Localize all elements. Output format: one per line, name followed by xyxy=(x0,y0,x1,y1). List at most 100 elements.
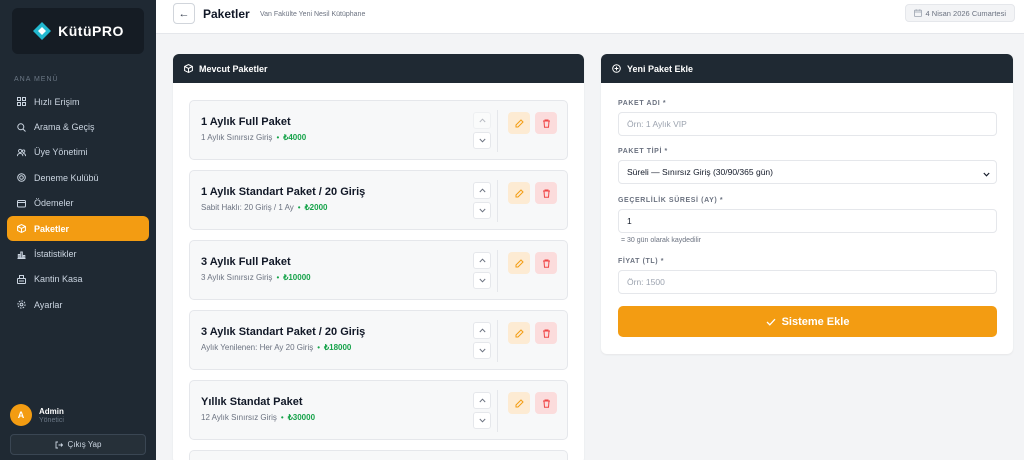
sidebar-item-kantin-kasa[interactable]: Kantin Kasa xyxy=(7,267,149,292)
sidebar-item-label: Paketler xyxy=(34,223,70,234)
price-label: FİYAT (TL) * xyxy=(618,258,665,265)
pencil-icon xyxy=(515,188,524,197)
package-row: 3 Aylık Full Paket 3 Aylık Sınırsız Giri… xyxy=(189,240,568,300)
sidebar-item-label: Ayarlar xyxy=(34,299,63,310)
package-type-value: Süreli — Sınırsız Giriş (30/90/365 gün) xyxy=(627,167,773,177)
bar-chart-icon xyxy=(17,250,26,259)
package-desc: Aylık Yenilenen: Her Ay 20 Giriş xyxy=(201,343,314,352)
sidebar-item-ayarlar[interactable]: Ayarlar xyxy=(7,292,149,317)
user-name: Admin xyxy=(39,406,64,416)
date-badge: 4 Nisan 2026 Cumartesi xyxy=(904,4,1015,22)
trash-icon xyxy=(542,329,550,338)
page-title: Paketler xyxy=(203,7,250,21)
sidebar-item-arama[interactable]: Arama & Geçiş xyxy=(7,114,149,139)
divider xyxy=(497,250,498,292)
new-package-card-title: Yeni Paket Ekle xyxy=(627,63,694,74)
price-input[interactable]: Örn: 1500 xyxy=(618,270,997,294)
sidebar-item-label: Üye Yönetimi xyxy=(34,147,88,158)
move-up-button[interactable] xyxy=(473,182,491,199)
user-profile: A Admin Yönetici xyxy=(10,404,64,426)
edit-button[interactable] xyxy=(508,322,530,344)
move-down-button[interactable] xyxy=(473,202,491,219)
sidebar-item-label: Ödemeler xyxy=(34,198,74,209)
sidebar-item-label: Deneme Kulübü xyxy=(34,172,99,183)
move-up-button[interactable] xyxy=(473,322,491,339)
sidebar-item-label: İstatistikler xyxy=(34,249,77,260)
separator-dot: • xyxy=(276,273,280,282)
delete-button[interactable] xyxy=(535,392,557,414)
chevron-up-icon xyxy=(478,398,486,403)
package-price: ₺10000 xyxy=(283,273,311,282)
trash-icon xyxy=(542,259,550,268)
package-row: 1 Aylık Full Paket 1 Aylık Sınırsız Giri… xyxy=(189,100,568,160)
move-up-button[interactable] xyxy=(473,112,491,129)
package-name-input[interactable]: Örn: 1 Aylık VIP xyxy=(618,112,997,136)
users-icon xyxy=(17,148,26,157)
gear-icon xyxy=(17,300,26,309)
package-name: Yıllık Standat Paket xyxy=(201,396,303,408)
validity-hint: = 30 gün olarak kaydedilir xyxy=(621,237,701,244)
separator-dot: • xyxy=(317,343,321,352)
edit-button[interactable] xyxy=(508,182,530,204)
delete-button[interactable] xyxy=(535,182,557,204)
packages-card: Mevcut Paketler 1 Aylık Full Paket 1 Ayl… xyxy=(173,54,584,460)
package-meta: 12 Aylık Sınırsız Giriş • ₺30000 xyxy=(201,413,315,422)
chevron-up-icon xyxy=(478,188,486,193)
logout-button[interactable]: Çıkış Yap xyxy=(10,434,146,455)
package-row: Yıllık Standat Paket 12 Aylık Sınırsız G… xyxy=(189,380,568,440)
arrow-left-icon: ← xyxy=(178,7,190,20)
delete-button[interactable] xyxy=(535,252,557,274)
edit-button[interactable] xyxy=(508,392,530,414)
trash-icon xyxy=(542,189,550,198)
move-down-button[interactable] xyxy=(473,272,491,289)
delete-button[interactable] xyxy=(535,112,557,134)
move-down-button[interactable] xyxy=(473,342,491,359)
target-icon xyxy=(17,173,26,183)
package-desc: 1 Aylık Sınırsız Giriş xyxy=(201,133,273,142)
sidebar-item-odemeler[interactable]: Ödemeler xyxy=(7,191,149,216)
package-name: 1 Aylık Standart Paket / 20 Giriş xyxy=(201,186,366,198)
packages-card-title: Mevcut Paketler xyxy=(199,63,268,74)
sidebar-item-deneme-kulubu[interactable]: Deneme Kulübü xyxy=(7,165,149,190)
top-bar: ← Paketler Van Fakülte Yeni Nesil Kütüph… xyxy=(156,0,1024,34)
separator-dot: • xyxy=(297,203,301,212)
package-price: ₺30000 xyxy=(287,413,316,422)
package-name: 3 Aylık Standart Paket / 20 Giriş xyxy=(201,326,366,338)
edit-button[interactable] xyxy=(508,252,530,274)
calendar-icon xyxy=(913,9,922,17)
package-meta: 1 Aylık Sınırsız Giriş • ₺4000 xyxy=(201,133,306,142)
package-price: ₺4000 xyxy=(283,133,307,142)
move-up-button[interactable] xyxy=(473,392,491,409)
avatar: A xyxy=(10,404,32,426)
move-down-button[interactable] xyxy=(473,412,491,429)
delete-button[interactable] xyxy=(535,322,557,344)
menu-title: ANA MENÜ xyxy=(14,76,59,83)
package-name: 3 Aylık Full Paket xyxy=(201,256,291,268)
package-price: ₺2000 xyxy=(304,203,328,212)
sidebar-item-paketler[interactable]: Paketler xyxy=(7,215,149,242)
move-down-button[interactable] xyxy=(473,132,491,149)
validity-label: GEÇERLİLİK SÜRESİ (AY) * xyxy=(618,197,724,204)
divider xyxy=(497,320,498,362)
sidebar-item-label: Hızlı Erişim xyxy=(34,96,80,107)
cash-register-icon xyxy=(17,274,26,284)
back-button[interactable]: ← xyxy=(173,3,195,24)
package-desc: Sabit Haklı: 20 Giriş / 1 Ay xyxy=(201,203,294,212)
package-meta: Sabit Haklı: 20 Giriş / 1 Ay • ₺2000 xyxy=(201,203,327,212)
user-role: Yönetici xyxy=(39,416,64,424)
separator-dot: • xyxy=(280,413,284,422)
pencil-icon xyxy=(515,328,524,337)
move-up-button[interactable] xyxy=(473,252,491,269)
package-name: 1 Aylık Full Paket xyxy=(201,116,291,128)
brand-logo[interactable]: KütüPRO xyxy=(12,8,144,54)
edit-button[interactable] xyxy=(508,112,530,134)
chevron-up-icon xyxy=(478,258,486,263)
trash-icon xyxy=(542,399,550,408)
sidebar-item-hizli-erisim[interactable]: Hızlı Erişim xyxy=(7,89,149,114)
sidebar-item-uye-yonetimi[interactable]: Üye Yönetimi xyxy=(7,140,149,165)
submit-button[interactable]: Sisteme Ekle xyxy=(618,306,997,337)
validity-input[interactable]: 1 xyxy=(618,209,997,233)
sidebar-item-istatistikler[interactable]: İstatistikler xyxy=(7,241,149,266)
page-subtitle: Van Fakülte Yeni Nesil Kütüphane xyxy=(260,11,366,18)
package-type-select[interactable]: Süreli — Sınırsız Giriş (30/90/365 gün) xyxy=(618,160,997,184)
